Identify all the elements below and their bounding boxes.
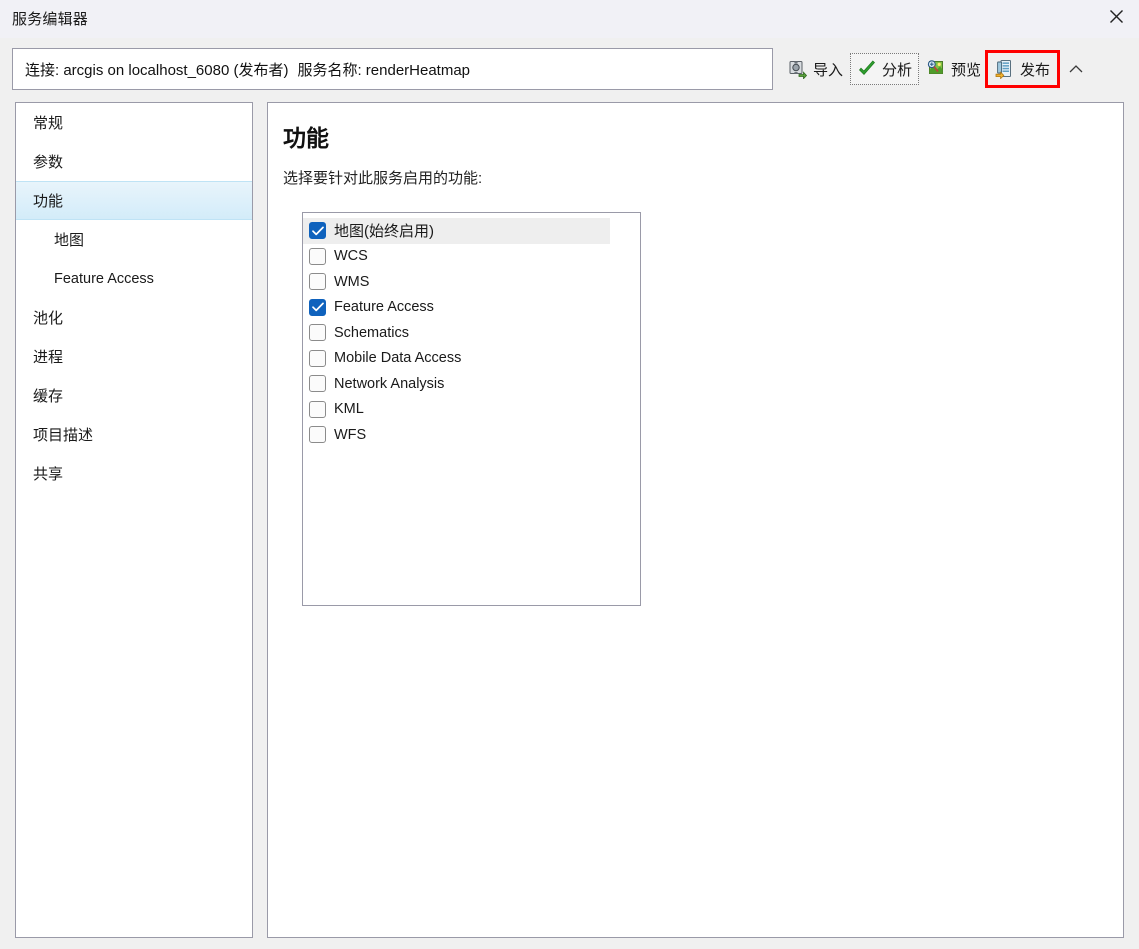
content-panel: 功能 选择要针对此服务启用的功能: 地图(始终启用) WCS WMS Featu… — [267, 102, 1124, 938]
capability-label: Network Analysis — [334, 375, 445, 392]
collapse-toolbar-button[interactable] — [1063, 53, 1089, 85]
checkbox-unchecked-icon[interactable] — [309, 426, 326, 444]
sidebar-item-capabilities[interactable]: 功能 — [16, 181, 252, 220]
capability-label: WFS — [334, 426, 367, 443]
sidebar-item-label: Feature Access — [54, 270, 154, 287]
capability-row-feature-access[interactable]: Feature Access — [303, 295, 640, 321]
sidebar-item-pooling[interactable]: 池化 — [16, 298, 252, 337]
sidebar-item-label: 地图 — [54, 232, 85, 249]
sidebar-item-label: 功能 — [33, 193, 64, 210]
checkbox-unchecked-icon[interactable] — [309, 400, 326, 418]
preview-button[interactable]: 预览 — [919, 53, 988, 85]
capability-row-mobile-data-access[interactable]: Mobile Data Access — [303, 346, 640, 372]
import-icon — [789, 61, 808, 79]
capability-row-wcs[interactable]: WCS — [303, 244, 640, 270]
close-icon — [1109, 9, 1123, 23]
preview-icon — [927, 60, 944, 74]
sidebar-item-processes[interactable]: 进程 — [16, 337, 252, 376]
toolbar: 导入 分析 预览 发布 — [781, 48, 1089, 90]
window-title: 服务编辑器 — [12, 11, 89, 28]
sidebar-item-label: 参数 — [33, 154, 64, 171]
window-titlebar: 服务编辑器 — [0, 0, 1139, 38]
capabilities-list[interactable]: 地图(始终启用) WCS WMS Feature Access Schemati… — [302, 212, 641, 606]
sidebar-item-label: 常规 — [33, 115, 64, 132]
capability-label: KML — [334, 401, 364, 418]
publish-button[interactable]: 发布 — [985, 50, 1061, 88]
checkbox-unchecked-icon[interactable] — [309, 349, 326, 367]
sidebar-item-parameters[interactable]: 参数 — [16, 142, 252, 181]
checkmark-icon — [311, 302, 324, 312]
checkbox-unchecked-icon[interactable] — [309, 247, 326, 265]
import-button[interactable]: 导入 — [781, 53, 850, 85]
checkbox-unchecked-icon[interactable] — [309, 324, 326, 342]
connection-toolbar-row: 连接: arcgis on localhost_6080 (发布者) 服务名称: … — [0, 38, 1139, 96]
preview-button-label: 预览 — [951, 61, 982, 79]
sidebar-item-label: 共享 — [33, 466, 64, 483]
sidebar-item-label: 池化 — [33, 310, 64, 327]
capability-label: WCS — [334, 248, 368, 265]
sidebar-item-label: 项目描述 — [33, 427, 94, 444]
sidebar-item-sharing[interactable]: 共享 — [16, 454, 252, 493]
publish-button-label: 发布 — [1020, 61, 1051, 79]
connection-text: 连接: arcgis on localhost_6080 (发布者) 服务名称: … — [25, 61, 471, 79]
sidebar-item-feature-access[interactable]: Feature Access — [16, 259, 252, 298]
sidebar-item-caching[interactable]: 缓存 — [16, 376, 252, 415]
capability-row-kml[interactable]: KML — [303, 397, 640, 423]
capability-row-network-analysis[interactable]: Network Analysis — [303, 371, 640, 397]
sidebar-item-map[interactable]: 地图 — [16, 220, 252, 259]
capability-label: Feature Access — [334, 299, 434, 316]
sidebar-item-label: 缓存 — [33, 388, 64, 405]
capability-row-wms[interactable]: WMS — [303, 269, 640, 295]
close-button[interactable] — [1093, 0, 1139, 32]
checkbox-unchecked-icon[interactable] — [309, 375, 326, 393]
analyze-button-label: 分析 — [882, 61, 913, 79]
page-title: 功能 — [283, 125, 329, 151]
capability-label: 地图(始终启用) — [334, 223, 434, 241]
analyze-check-icon — [859, 60, 876, 76]
chevron-up-icon — [1069, 65, 1083, 73]
checkbox-checked-icon[interactable] — [309, 298, 326, 316]
connection-field[interactable]: 连接: arcgis on localhost_6080 (发布者) 服务名称: … — [12, 48, 773, 90]
analyze-button[interactable]: 分析 — [850, 53, 920, 85]
capability-label: Mobile Data Access — [334, 350, 462, 367]
checkbox-unchecked-icon[interactable] — [309, 273, 326, 291]
checkmark-icon — [311, 226, 324, 235]
capability-label: Schematics — [334, 324, 409, 341]
sidebar-item-label: 进程 — [33, 349, 64, 366]
import-button-label: 导入 — [813, 61, 844, 79]
sidebar-item-item-description[interactable]: 项目描述 — [16, 415, 252, 454]
capability-label: WMS — [334, 273, 370, 290]
capability-row-wfs[interactable]: WFS — [303, 422, 640, 448]
settings-sidebar: 常规 参数 功能 地图 Feature Access 池化 进程 缓存 项目描述… — [15, 102, 253, 938]
page-description: 选择要针对此服务启用的功能: — [283, 170, 483, 187]
checkbox-checked-icon[interactable] — [309, 222, 326, 240]
capability-row-map[interactable]: 地图(始终启用) — [303, 218, 610, 244]
publish-icon — [995, 60, 1012, 79]
capability-row-schematics[interactable]: Schematics — [303, 320, 640, 346]
sidebar-item-general[interactable]: 常规 — [16, 103, 252, 142]
